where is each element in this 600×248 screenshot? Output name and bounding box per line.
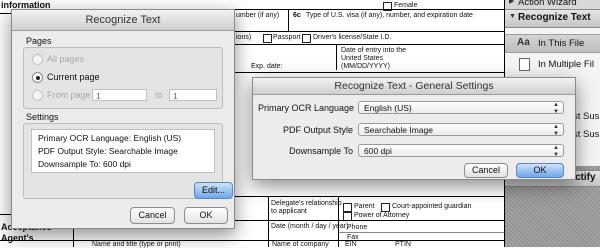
action-wizard-label: Action Wizard bbox=[518, 0, 577, 8]
delegate-label: Delegate's relationship bbox=[271, 200, 342, 207]
cancel-button[interactable]: Cancel bbox=[130, 207, 175, 224]
visa-label: Type of U.S. visa (if any), number, and … bbox=[306, 12, 473, 19]
settings-group: Primary OCR Language: English (US) PDF O… bbox=[23, 123, 233, 199]
action-wizard-header[interactable]: ▶ Action Wizard bbox=[505, 0, 600, 10]
in-this-file-item[interactable]: Aa In This File bbox=[505, 34, 600, 53]
downsample-select[interactable]: 600 dpi ▲ ▼ bbox=[358, 144, 564, 158]
pages-group: All pages Current page From page 1 to 1 bbox=[23, 47, 223, 109]
updown-arrows-icon: ▲ ▼ bbox=[553, 124, 559, 137]
drivers-license-label: Driver's license/State I.D. bbox=[313, 34, 392, 41]
form-rule bbox=[233, 9, 505, 10]
ions-label: ions) bbox=[236, 34, 252, 41]
form-rule bbox=[233, 220, 505, 221]
disclosure-triangle-icon: ▶ bbox=[509, 0, 515, 5]
form-rule bbox=[338, 196, 339, 220]
date-entry-label: Date of entry into the bbox=[341, 47, 406, 54]
language-label: Primary OCR Language bbox=[258, 103, 355, 113]
edit-button[interactable]: Edit... bbox=[194, 182, 233, 199]
in-multiple-files-label: In Multiple Fil bbox=[538, 59, 594, 70]
drivers-license-checkbox[interactable] bbox=[302, 34, 311, 43]
form-rule bbox=[233, 31, 505, 32]
settings-line-style: PDF Output Style: Searchable Image bbox=[38, 146, 178, 156]
all-pages-radio[interactable] bbox=[32, 54, 43, 65]
downsample-value: 600 dpi bbox=[364, 146, 392, 156]
settings-line-language: Primary OCR Language: English (US) bbox=[38, 133, 182, 143]
ok-button[interactable]: OK bbox=[516, 163, 564, 178]
form-rule bbox=[233, 44, 505, 45]
rectify-label: ctify bbox=[575, 172, 596, 183]
section-6c-label: 6c bbox=[293, 12, 301, 19]
recognize-text-header[interactable]: ▼ Recognize Text bbox=[505, 10, 600, 28]
parent-checkbox[interactable] bbox=[343, 203, 352, 212]
united-states-label: United States bbox=[341, 55, 384, 62]
accept-suspects-label: st Susp bbox=[573, 129, 600, 140]
recognize-text-dialog: Recognize Text Pages All pages Current p… bbox=[11, 9, 235, 229]
exp-date-label: Exp. date: bbox=[251, 63, 283, 70]
settings-group-label: Settings bbox=[26, 112, 59, 122]
passport-label: Passport bbox=[273, 34, 301, 41]
passport-checkbox[interactable] bbox=[263, 34, 272, 43]
parent-label: Parent bbox=[354, 203, 375, 210]
pages-group-label: Pages bbox=[26, 36, 52, 46]
recognize-text-label: Recognize Text bbox=[518, 12, 591, 23]
court-guardian-label: Court-appointed guardian bbox=[392, 203, 472, 210]
court-guardian-checkbox[interactable] bbox=[381, 203, 390, 212]
number-label: umber (if any) bbox=[236, 12, 280, 19]
output-style-value: Searchable Image bbox=[364, 125, 433, 135]
settings-summary: Primary OCR Language: English (US) PDF O… bbox=[31, 129, 215, 173]
disclosure-triangle-down-icon: ▼ bbox=[509, 13, 516, 20]
find-suspects-label: st Susp bbox=[573, 111, 600, 122]
language-value: English (US) bbox=[364, 103, 412, 113]
output-style-select[interactable]: Searchable Image ▲ ▼ bbox=[358, 123, 564, 137]
downsample-label: Downsample To bbox=[289, 146, 353, 156]
to-label: to bbox=[155, 90, 163, 100]
ok-button[interactable]: OK bbox=[184, 207, 228, 224]
general-settings-dialog: Recognize Text - General Settings Primar… bbox=[252, 77, 576, 180]
phone-label: Phone bbox=[347, 224, 368, 231]
female-label: Female bbox=[394, 2, 418, 9]
cancel-button[interactable]: Cancel bbox=[464, 163, 508, 178]
to-applicant-label: to applicant bbox=[271, 208, 307, 215]
power-attorney-label: Power of Attorney bbox=[354, 212, 410, 219]
form-rule bbox=[0, 240, 505, 241]
form-rule bbox=[338, 220, 339, 247]
text-recognition-icon: Aa bbox=[517, 37, 530, 48]
updown-arrows-icon: ▲ ▼ bbox=[553, 145, 559, 158]
in-this-file-label: In This File bbox=[538, 38, 585, 49]
from-page-label: From page bbox=[47, 90, 91, 100]
dialog-title: Recognize Text bbox=[12, 10, 234, 31]
settings-line-downsample: Downsample To: 600 dpi bbox=[38, 159, 131, 169]
current-page-label: Current page bbox=[47, 72, 100, 82]
date-format-label: (MM/DD/YYYY) bbox=[341, 63, 390, 70]
to-page-input[interactable]: 1 bbox=[169, 89, 217, 101]
form-rule bbox=[336, 44, 337, 70]
from-page-radio[interactable] bbox=[32, 90, 43, 101]
form-rule bbox=[288, 9, 289, 31]
dialog-title: Recognize Text - General Settings bbox=[253, 78, 575, 95]
date-signed-label: Date (month / day / year) bbox=[271, 223, 349, 230]
form-rule bbox=[233, 72, 505, 73]
current-page-radio[interactable] bbox=[32, 72, 43, 83]
form-rule bbox=[233, 196, 505, 197]
from-page-input[interactable]: 1 bbox=[92, 89, 147, 101]
language-select[interactable]: English (US) ▲ ▼ bbox=[358, 101, 564, 115]
all-pages-label: All pages bbox=[47, 54, 85, 64]
agents-heading: Agent's bbox=[1, 233, 34, 243]
document-icon bbox=[519, 58, 530, 71]
output-style-label: PDF Output Style bbox=[282, 125, 353, 135]
updown-arrows-icon: ▲ ▼ bbox=[553, 102, 559, 115]
in-multiple-files-item[interactable]: In Multiple Fil bbox=[505, 56, 600, 74]
form-rule bbox=[339, 232, 505, 233]
